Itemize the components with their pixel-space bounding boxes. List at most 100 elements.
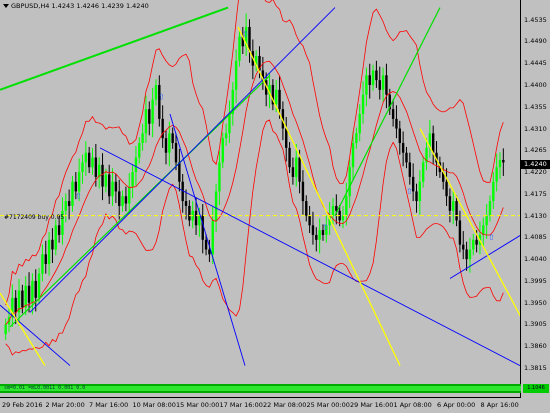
candle-body [465, 249, 468, 260]
candle-body [128, 186, 131, 204]
candle-body [64, 201, 67, 211]
candle-body [368, 75, 371, 85]
candle-body [37, 273, 41, 298]
price-tick-label: 1.3905 [524, 320, 547, 329]
candle-body [421, 162, 425, 182]
time-tick-label: 29 Mar 16:00 [350, 401, 394, 409]
status-strip-text: sm=0.01 =mL0.0011 0.001 0.0 [4, 385, 86, 391]
candle-body [228, 114, 231, 134]
status-tag: 1.1046 [523, 384, 549, 393]
price-tick-label: 1.3995 [524, 276, 547, 285]
candle-body [495, 167, 498, 182]
time-tick-label: 1 Apr 08:00 [393, 401, 432, 409]
candle-body [488, 201, 492, 216]
candle-body [275, 89, 278, 105]
bollinger-lower-band [5, 119, 504, 356]
candle-body [472, 239, 475, 250]
time-tick-label: 10 Mar 08:00 [132, 401, 176, 409]
candle-body [151, 99, 154, 124]
chart-plot-area[interactable]: ⇧ ⇧ ⇧ ⇧ ⇧ ⇧ [0, 0, 521, 398]
candle-body [305, 201, 308, 216]
candle-body [311, 225, 315, 235]
candle-body [218, 162, 221, 192]
candle-body [84, 152, 88, 163]
candle-body [101, 164, 104, 187]
candle-body [67, 201, 71, 206]
ohlc-high: 1.4246 [76, 2, 100, 10]
candle-body [405, 152, 408, 163]
candle-body [164, 138, 168, 153]
candle-body [238, 36, 241, 61]
candle-body [492, 181, 495, 202]
candle-body [144, 109, 148, 134]
candle-body [138, 143, 141, 158]
candle-body [295, 157, 298, 177]
candle-body [391, 109, 395, 119]
trendline-yellow-b [419, 128, 520, 317]
candle-body [87, 152, 91, 168]
candle-body [114, 181, 118, 192]
time-tick-label: 8 Apr 16:00 [480, 401, 519, 409]
candle-body [174, 143, 178, 163]
candle-body [94, 157, 98, 177]
candle-body [57, 225, 61, 235]
price-tick-label: 1.4220 [524, 168, 547, 177]
candle-body [448, 196, 452, 211]
trendline-green-upper [0, 6, 229, 91]
candle-body [71, 181, 74, 206]
symbol-timeframe: GBPUSD,H4 [11, 2, 50, 10]
price-axis[interactable]: 1.4535 1.4490 1.4445 1.4400 1.4355 1.4310 1.42… [521, 0, 550, 398]
price-tick-label: 1.4355 [524, 102, 547, 111]
candle-body [291, 167, 295, 177]
candle-body [77, 172, 81, 192]
candle-body [378, 80, 381, 90]
price-tick-label: 1.4310 [524, 124, 547, 133]
candle-body [188, 205, 191, 221]
candle-body [168, 133, 171, 153]
chart-window[interactable]: ⇧ ⇧ ⇧ ⇧ ⇧ ⇧ GBPUSD,H4 1.4243 1.4246 1.4239 1.… [0, 0, 550, 413]
candle-body [348, 167, 351, 197]
fractal-arrow-icon: ⇧ [158, 93, 165, 102]
symbol-header: GBPUSD,H4 1.4243 1.4246 1.4239 1.4240 [3, 2, 149, 10]
candle-body [154, 84, 158, 100]
candle-body [51, 239, 54, 250]
ohlc-close: 1.4240 [125, 2, 149, 10]
candle-body [381, 75, 385, 90]
candlestick-chart[interactable]: ⇧ ⇧ ⇧ ⇧ ⇧ ⇧ [0, 0, 521, 398]
price-tick-label: 1.3860 [524, 342, 547, 351]
candle-body [44, 254, 47, 264]
time-axis[interactable]: 29 Feb 2016 2 Mar 20:00 7 Mar 16:00 10 Mar … [0, 398, 521, 413]
dropdown-triangle-icon[interactable] [3, 4, 9, 8]
candle-body [124, 196, 128, 204]
price-tick-label: 1.4400 [524, 80, 547, 89]
candle-body [395, 118, 398, 129]
order-label[interactable]: #7172409 buy 0.05 [4, 214, 64, 221]
candle-body [285, 128, 288, 148]
price-tick-label: 1.4130 [524, 211, 547, 220]
price-tick-label: 1.4265 [524, 146, 547, 155]
candle-body [371, 70, 375, 85]
trendline-blue-falling-a [99, 147, 520, 366]
trendline-green-rising [9, 74, 271, 328]
candle-body [141, 133, 144, 144]
time-tick-label: 6 Apr 00:00 [437, 401, 476, 409]
candle-body [485, 215, 488, 226]
candle-body [221, 138, 224, 163]
candle-body [204, 239, 208, 250]
candle-body [171, 133, 174, 144]
fractal-arrow-icon: ⇧ [406, 187, 413, 196]
candle-body [345, 196, 348, 216]
candle-body [385, 75, 388, 95]
candle-body [148, 109, 151, 124]
candle-body [498, 159, 502, 168]
candle-body [365, 75, 368, 95]
price-tick-label: 1.4445 [524, 59, 547, 68]
candle-body [398, 128, 401, 144]
candle-body [234, 60, 238, 90]
candle-body [418, 181, 422, 202]
candle-body [331, 205, 335, 216]
price-tick-label: 1.3815 [524, 364, 547, 372]
candle-body [121, 196, 124, 206]
candle-body [14, 297, 17, 313]
candle-body [74, 181, 78, 192]
